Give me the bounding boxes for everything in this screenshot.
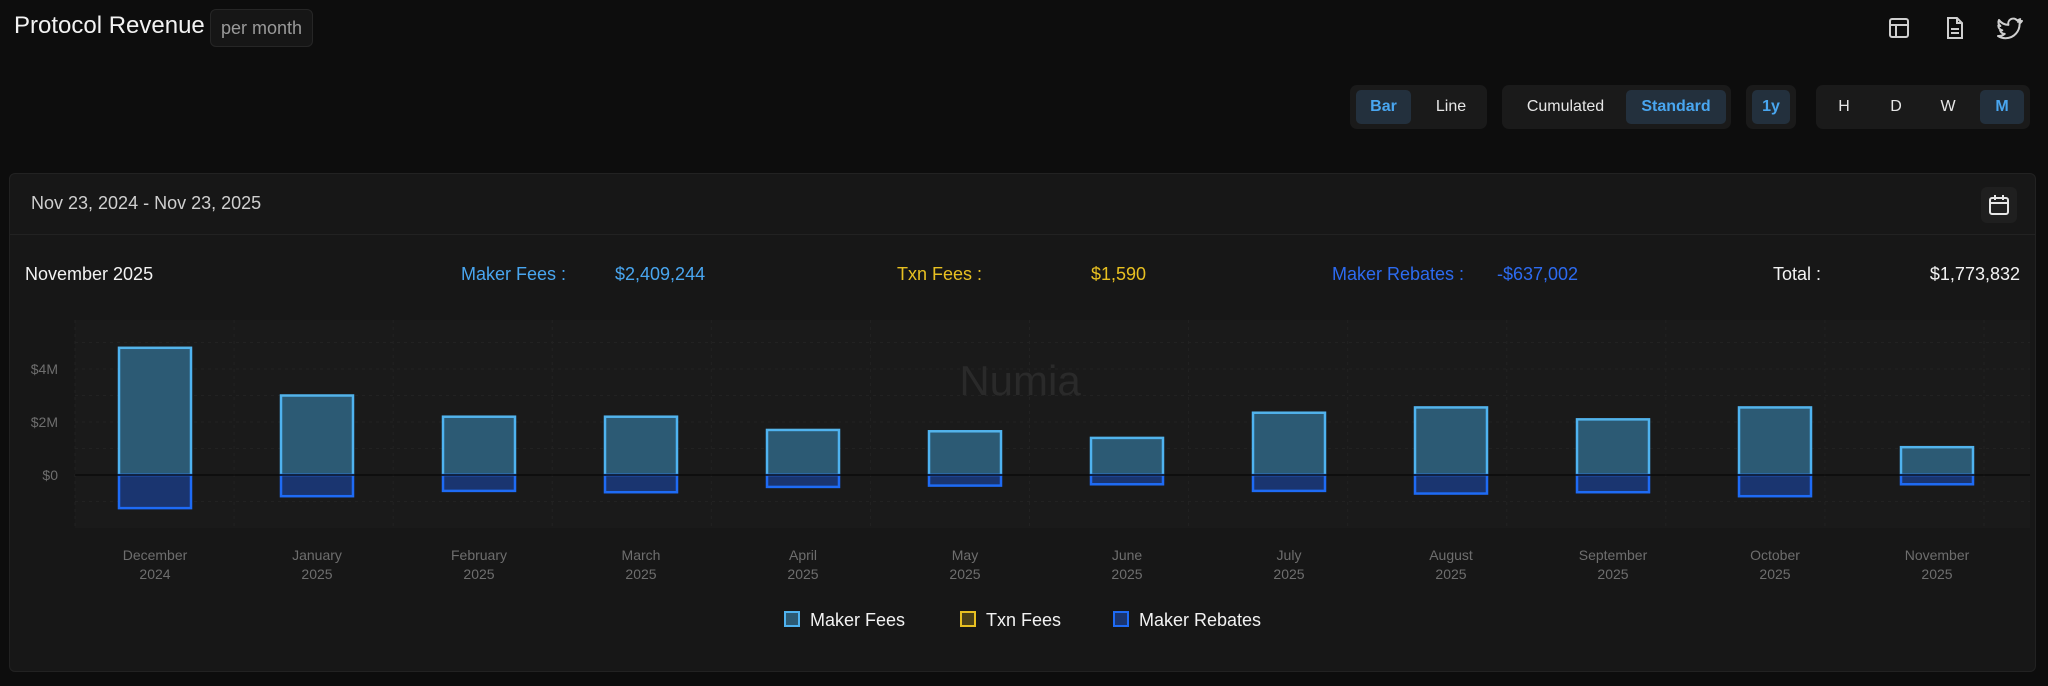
- y-tick-label: $0: [42, 467, 58, 483]
- document-icon[interactable]: [1940, 14, 1968, 42]
- x-tick-label: July: [1277, 547, 1302, 563]
- bar-maker-fees: [603, 415, 679, 477]
- granularity-m-button[interactable]: M: [1980, 90, 2024, 124]
- x-tick-label: 2025: [949, 566, 980, 582]
- bar-maker-rebates: [1575, 473, 1651, 494]
- legend-label-maker-rebates: Maker Rebates: [1139, 610, 1262, 630]
- chart-type-group: Bar Line: [1350, 85, 1487, 129]
- bar-maker-rebates: [1899, 473, 1975, 486]
- line-button[interactable]: Line: [1420, 90, 1482, 124]
- legend-swatch-maker-rebates: [1113, 611, 1129, 627]
- x-tick-label: September: [1579, 547, 1648, 563]
- x-tick-label: 2025: [1921, 566, 1952, 582]
- bar-maker-fees: [117, 346, 193, 477]
- granularity-group: H D W M: [1816, 85, 2030, 129]
- bar-maker-rebates: [117, 473, 193, 510]
- revenue-bar-chart: Numia $4M $2M $0 December 2024 January 2025 Febr…: [31, 320, 2030, 582]
- bar-maker-fees: [765, 428, 841, 477]
- x-tick-label: November: [1905, 547, 1970, 563]
- calendar-icon: [1989, 195, 2009, 215]
- bar-maker-rebates: [603, 473, 679, 494]
- bar-maker-rebates: [765, 473, 841, 489]
- granularity-w-button[interactable]: W: [1926, 90, 1970, 124]
- standard-button[interactable]: Standard: [1626, 90, 1726, 124]
- x-tick-label: 2025: [1435, 566, 1466, 582]
- x-tick-label: 2025: [301, 566, 332, 582]
- total-value: $1,773,832: [1929, 264, 2020, 284]
- bar-maker-rebates: [1089, 473, 1165, 486]
- x-tick-label: February: [451, 547, 507, 563]
- bar-maker-fees: [1251, 411, 1327, 477]
- x-tick-label: April: [789, 547, 817, 563]
- period-badge[interactable]: per month: [210, 9, 314, 47]
- x-tick-label: 2025: [1759, 566, 1790, 582]
- x-tick-label: 2025: [1273, 566, 1304, 582]
- cumulated-button[interactable]: Cumulated: [1508, 90, 1623, 124]
- range-1y-button[interactable]: 1y: [1752, 90, 1790, 124]
- summary-month: November 2025: [25, 264, 154, 284]
- bar-maker-fees: [279, 394, 355, 477]
- plot-area: [75, 320, 2030, 528]
- x-tick-label: October: [1750, 547, 1800, 563]
- x-tick-label: August: [1429, 547, 1473, 563]
- bar-maker-rebates: [1251, 473, 1327, 493]
- bar-maker-fees: [441, 415, 517, 477]
- maker-rebates-value: -$637,002: [1497, 264, 1579, 284]
- bar-maker-fees: [1413, 406, 1489, 477]
- table-icon[interactable]: [1885, 14, 1913, 42]
- legend-swatch-txn-fees: [960, 611, 976, 627]
- granularity-d-button[interactable]: D: [1874, 90, 1918, 124]
- watermark: Numia: [959, 357, 1081, 404]
- txn-fees-value: $1,590: [1091, 264, 1147, 284]
- bar-maker-fees: [1737, 406, 1813, 477]
- legend-maker-rebates[interactable]: Maker Rebates: [1113, 610, 1261, 631]
- x-tick-label: December: [123, 547, 188, 563]
- x-tick-label: 2025: [1597, 566, 1628, 582]
- x-tick-label: 2024: [139, 566, 170, 582]
- bar-maker-rebates: [1737, 473, 1813, 498]
- twitter-icon[interactable]: [1996, 14, 2024, 42]
- legend-txn-fees[interactable]: Txn Fees: [960, 610, 1061, 631]
- legend-maker-fees[interactable]: Maker Fees: [784, 610, 905, 631]
- range-group: 1y: [1746, 85, 1796, 129]
- x-tick-label: 2025: [463, 566, 494, 582]
- bar-maker-fees: [927, 430, 1003, 477]
- bar-maker-rebates: [1413, 473, 1489, 495]
- page-title: Protocol Revenue: [14, 12, 205, 39]
- x-tick-label: January: [292, 547, 342, 563]
- x-tick-label: May: [952, 547, 978, 563]
- bar-maker-rebates: [441, 473, 517, 493]
- x-tick-label: 2025: [787, 566, 818, 582]
- maker-fees-label: Maker Fees :: [461, 264, 567, 284]
- card-header: Nov 23, 2024 - Nov 23, 2025: [10, 174, 2035, 235]
- x-tick-label: 2025: [1111, 566, 1142, 582]
- bar-maker-fees: [1575, 418, 1651, 477]
- x-tick-label: June: [1112, 547, 1143, 563]
- granularity-h-button[interactable]: H: [1822, 90, 1866, 124]
- legend-label-txn-fees: Txn Fees: [986, 610, 1062, 630]
- x-tick-label: 2025: [625, 566, 656, 582]
- bar-button[interactable]: Bar: [1356, 90, 1411, 124]
- txn-fees-label: Txn Fees :: [897, 264, 983, 284]
- maker-fees-value: $2,409,244: [615, 264, 706, 284]
- maker-rebates-label: Maker Rebates :: [1332, 264, 1465, 284]
- bar-maker-fees: [1899, 445, 1975, 477]
- bar-maker-rebates: [279, 473, 355, 498]
- mode-group: Cumulated Standard: [1502, 85, 1731, 129]
- bar-maker-rebates: [927, 473, 1003, 487]
- y-tick-label: $4M: [31, 361, 58, 377]
- legend-swatch-maker-fees: [784, 611, 800, 627]
- date-range[interactable]: Nov 23, 2024 - Nov 23, 2025: [31, 193, 261, 214]
- legend-label-maker-fees: Maker Fees: [810, 610, 906, 630]
- x-tick-label: March: [622, 547, 661, 563]
- total-label: Total :: [1773, 264, 1822, 284]
- y-tick-label: $2M: [31, 414, 58, 430]
- calendar-button[interactable]: [1981, 187, 2017, 223]
- bar-maker-fees: [1089, 436, 1165, 477]
